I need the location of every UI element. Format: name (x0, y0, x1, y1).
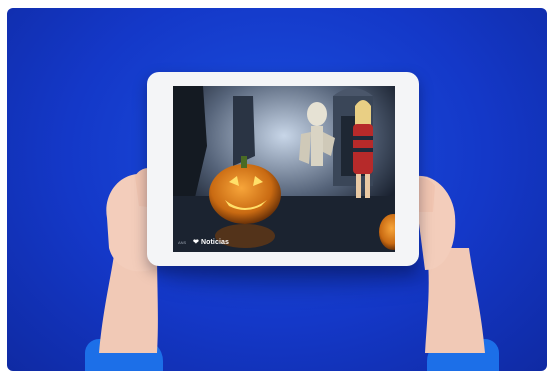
heart-icon: ❤ (193, 239, 199, 246)
channel-logo: ❤ Noticias (193, 238, 229, 247)
tablet-screen: ANS ❤ Noticias (173, 86, 395, 252)
logo-text: Noticias (200, 238, 229, 246)
tablet-frame: ANS ❤ Noticias (147, 72, 419, 266)
small-tag: ANS (178, 240, 187, 245)
halloween-scene (173, 86, 395, 252)
photo-background: ANS ❤ Noticias (7, 8, 547, 371)
